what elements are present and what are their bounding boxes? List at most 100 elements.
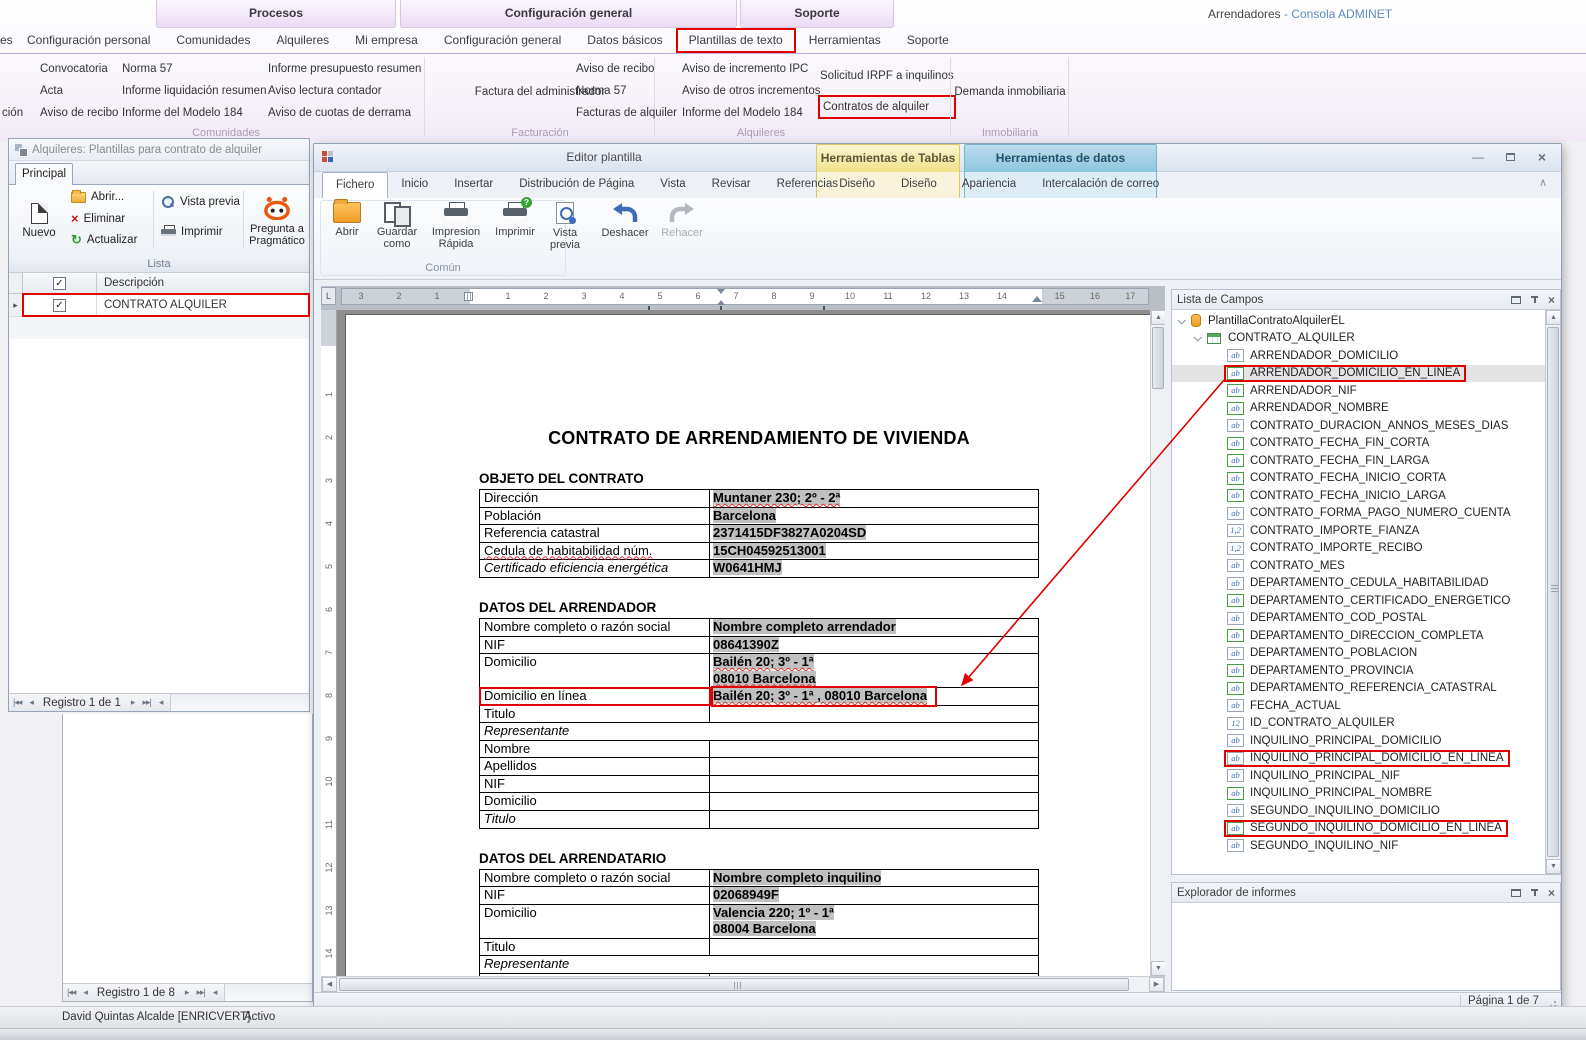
field-item[interactable]: ab CONTRATO_FECHA_INICIO_LARGA <box>1172 487 1545 505</box>
field-item[interactable]: ab CONTRATO_DURACION_ANNOS_MESES_DIAS <box>1172 417 1545 435</box>
nuevo-button[interactable]: Nuevo <box>17 191 61 251</box>
ribbon-item[interactable]: Aviso de otros incrementos <box>682 80 821 102</box>
field-item[interactable]: ab CONTRATO_MES <box>1172 557 1545 575</box>
field-item[interactable]: ab ARRENDADOR_DOMICILIO_EN_LINEA <box>1172 365 1545 383</box>
collapse-ribbon-icon[interactable]: ∧ <box>1539 176 1547 189</box>
document-canvas[interactable]: 1234567891011121314 CONTRATO DE ARRENDAM… <box>321 310 1165 976</box>
ribbon-item[interactable]: Norma 57 <box>122 58 266 80</box>
impresion-rapida-button[interactable]: Impresion Rápida <box>426 202 486 250</box>
ribbon-tab[interactable]: Configuración general <box>431 28 574 53</box>
chevron-expanded-icon[interactable] <box>1193 333 1201 341</box>
ribbon-tab[interactable]: Herramientas <box>796 28 894 53</box>
table-row[interactable]: Nombre completo o razón social Nombre co… <box>480 870 1038 888</box>
ribbon-tab[interactable]: Configuración personal <box>14 28 163 53</box>
context-header-datos[interactable]: Herramientas de datos <box>964 144 1157 172</box>
guardar-como-button[interactable]: Guardar como <box>372 202 422 250</box>
fields-tree-scrollbar[interactable]: ▲ ▼ <box>1545 310 1560 874</box>
pin-icon[interactable] <box>1530 295 1539 304</box>
nav-prev-icon[interactable]: ◂ <box>25 697 37 708</box>
field-item[interactable]: ab DEPARTAMENTO_CEDULA_HABITABILIDAD <box>1172 575 1545 593</box>
imprimir-button[interactable]: Imprimir <box>161 225 223 238</box>
abrir-button-editor[interactable]: Abrir <box>326 202 368 238</box>
ribbon-item[interactable]: Contratos de alquiler <box>820 97 954 117</box>
nav-left-scroll-icon[interactable]: ◂ <box>209 987 221 998</box>
table-row[interactable]: NIF 08641390Z <box>480 637 1038 655</box>
field-item[interactable]: ab CONTRATO_FECHA_FIN_CORTA <box>1172 435 1545 453</box>
minimize-button[interactable]: — <box>1467 150 1489 166</box>
document-horizontal-scrollbar[interactable]: ◀ ▶ <box>321 976 1165 993</box>
table-row[interactable]: NIF <box>480 776 1038 794</box>
pin-icon[interactable] <box>1530 888 1539 897</box>
chevron-expanded-icon[interactable] <box>1177 316 1185 324</box>
field-item[interactable]: ab ARRENDADOR_NOMBRE <box>1172 400 1545 418</box>
row-checkbox-cell[interactable] <box>23 294 97 316</box>
scroll-left-icon[interactable]: ◀ <box>322 977 337 992</box>
ribbon-item[interactable]: Informe presupuesto resumen <box>268 58 421 80</box>
ribbon-item[interactable]: Aviso lectura contador <box>268 80 421 102</box>
vertical-ruler[interactable]: 1234567891011121314 <box>321 310 337 976</box>
tree-root-datasource[interactable]: PlantillaContratoAlquilerEL <box>1172 312 1545 330</box>
field-item[interactable]: ab INQUILINO_PRINCIPAL_DOMICILIO_EN_LINE… <box>1172 750 1545 768</box>
right-indent-marker[interactable] <box>1032 292 1042 302</box>
ribbon-item[interactable]: Norma 57 <box>576 80 677 102</box>
editor-tab[interactable]: Apariencia <box>949 172 1029 198</box>
table-row[interactable]: Titulo <box>480 706 1038 724</box>
table-row[interactable]: Representante <box>480 956 1038 974</box>
document-page[interactable]: CONTRATO DE ARRENDAMIENTO DE VIVIENDA OB… <box>345 314 1155 976</box>
ribbon-item[interactable]: Convocatoria <box>40 58 118 80</box>
ribbon-item[interactable]: Aviso de recibo <box>576 58 677 80</box>
field-item[interactable]: 1,2 CONTRATO_IMPORTE_RECIBO <box>1172 540 1545 558</box>
field-item[interactable]: ab DEPARTAMENTO_DIRECCION_COMPLETA <box>1172 627 1545 645</box>
table-row[interactable]: Domicilio <box>480 793 1038 811</box>
editor-tab[interactable]: Diseño <box>888 172 950 198</box>
editor-tab[interactable]: Distribución de Página <box>506 172 647 198</box>
ribbon-tab[interactable]: Soporte <box>894 28 962 53</box>
editor-tab[interactable]: Referencias <box>764 172 851 198</box>
vista-previa-button[interactable]: Vista previa <box>161 195 240 209</box>
actualizar-button[interactable]: ↻ Actualizar <box>71 233 137 246</box>
close-button[interactable]: × <box>1531 150 1553 166</box>
field-item[interactable]: ab INQUILINO_PRINCIPAL_NOMBRE <box>1172 785 1545 803</box>
ribbon-item[interactable]: Aviso de recibo <box>40 102 118 124</box>
eliminar-button[interactable]: × Eliminar <box>71 212 125 225</box>
checkbox-checked-icon[interactable] <box>53 277 66 290</box>
ribbon-item[interactable]: Facturas de alquiler <box>576 102 677 124</box>
field-item[interactable]: ab INQUILINO_PRINCIPAL_DOMICILIO <box>1172 732 1545 750</box>
editor-tab[interactable]: Inicio <box>388 172 441 198</box>
ribbon-tab[interactable]: Comunidades <box>163 28 263 53</box>
field-item[interactable]: ab DEPARTAMENTO_REFERENCIA_CATASTRAL <box>1172 680 1545 698</box>
grid-column-descripcion[interactable]: Descripción <box>97 273 309 293</box>
hanging-indent-marker[interactable] <box>717 296 725 305</box>
field-item[interactable]: ab CONTRATO_FORMA_PAGO_NUMERO_CUENTA <box>1172 505 1545 523</box>
ribbon-tab[interactable]: Mi empresa <box>342 28 431 53</box>
ribbon-tab[interactable]: Datos básicos <box>574 28 675 53</box>
nav-next-icon[interactable]: ▸ <box>127 697 139 708</box>
maximize-panel-icon[interactable] <box>1511 296 1521 304</box>
grid-row-contrato-alquiler[interactable]: ▸ CONTRATO ALQUILER <box>9 294 309 317</box>
table-row[interactable]: Cedula de habitabilidad núm. 15CH0459251… <box>480 543 1038 561</box>
table-row[interactable]: Representante <box>480 723 1038 741</box>
close-panel-icon[interactable]: × <box>1548 295 1555 305</box>
grid-checkbox-column-header[interactable] <box>23 273 97 293</box>
lista-campos-header[interactable]: Lista de Campos × <box>1172 290 1560 310</box>
nav-last-icon[interactable]: ▸▸| <box>192 987 208 998</box>
editor-tab[interactable]: Fichero <box>322 172 388 198</box>
pregunta-pragmatico-button[interactable]: Pregunta a Pragmático <box>247 189 307 253</box>
table-row[interactable]: Domicilio Valencia 220; 1º - 1ª 08004 Ba… <box>480 905 1038 939</box>
tab-type-selector[interactable]: L <box>321 287 336 305</box>
scroll-up-icon[interactable]: ▲ <box>1546 310 1561 325</box>
table-row[interactable]: Apellidos <box>480 758 1038 776</box>
ribbon-item-demanda-inmobiliaria[interactable]: Demanda inmobiliaria <box>954 81 1066 103</box>
editor-titlebar[interactable]: Editor plantilla Herramientas de Tablas … <box>314 144 1561 172</box>
table-row[interactable]: Titulo <box>480 939 1038 957</box>
document-vertical-scrollbar[interactable]: ▲ ▼ <box>1150 310 1165 976</box>
table-row[interactable]: Población Barcelona <box>480 508 1038 526</box>
table-row[interactable]: Referencia catastral 2371415DF3827A0204S… <box>480 525 1038 543</box>
ribbon-group-header-procesos[interactable]: Procesos <box>156 0 396 28</box>
field-item[interactable]: ab DEPARTAMENTO_PROVINCIA <box>1172 662 1545 680</box>
field-item[interactable]: ab CONTRATO_FECHA_FIN_LARGA <box>1172 452 1545 470</box>
vertical-scroll-thumb[interactable] <box>1547 327 1559 857</box>
table-row[interactable]: Nombre completo o razón social Nombre co… <box>480 619 1038 637</box>
field-item[interactable]: ab FECHA_ACTUAL <box>1172 697 1545 715</box>
field-item[interactable]: ab SEGUNDO_INQUILINO_DOMICILIO <box>1172 802 1545 820</box>
